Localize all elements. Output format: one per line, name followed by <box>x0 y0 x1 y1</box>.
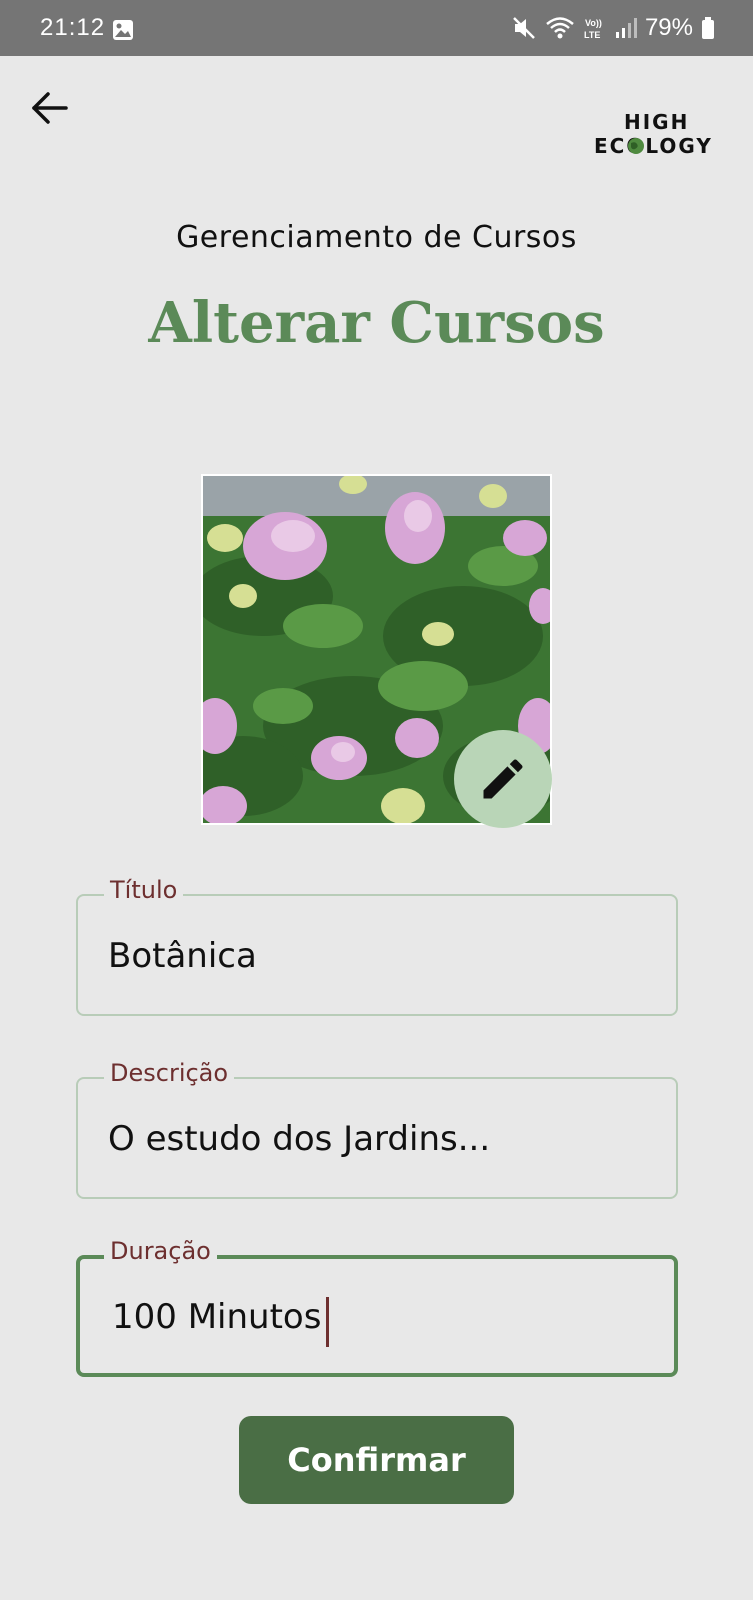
status-icons: Vo)) LTE 79% <box>511 14 715 42</box>
status-bar: 21:12 Vo)) LTE 79% <box>0 0 753 56</box>
title-label: Título <box>104 876 184 904</box>
description-field[interactable]: Descrição O estudo dos Jardins... <box>76 1059 678 1199</box>
duration-input[interactable]: 100 Minutos <box>112 1297 652 1337</box>
duration-field[interactable]: Duração 100 Minutos <box>76 1237 678 1377</box>
battery-icon <box>702 17 714 39</box>
high-ecology-logo: HIGH ECOLOGY <box>594 110 724 160</box>
duration-label: Duração <box>104 1237 217 1265</box>
title-input[interactable]: Botânica <box>108 936 648 976</box>
battery-percent: 79% <box>644 14 693 41</box>
description-label: Descrição <box>104 1059 235 1087</box>
back-button[interactable] <box>28 86 72 130</box>
logo-line2: ECOLOGY <box>594 134 713 158</box>
svg-text:LTE: LTE <box>584 30 600 40</box>
description-input[interactable]: O estudo dos Jardins... <box>108 1119 648 1159</box>
logo-line1: HIGH <box>624 110 690 134</box>
volte-icon: Vo)) LTE <box>584 18 602 40</box>
globe-icon <box>628 138 644 154</box>
text-caret <box>326 1297 329 1347</box>
confirm-button[interactable]: Confirmar <box>239 1416 514 1504</box>
arrow-left-icon <box>32 92 68 124</box>
page-title: Alterar Cursos <box>148 290 605 356</box>
edit-image-button[interactable] <box>454 730 552 828</box>
title-field[interactable]: Título Botânica <box>76 876 678 1016</box>
mute-icon <box>513 17 535 39</box>
page-subtitle: Gerenciamento de Cursos <box>176 220 577 255</box>
wifi-icon <box>546 17 574 39</box>
svg-text:Vo)): Vo)) <box>585 18 602 28</box>
status-time: 21:12 <box>40 14 106 41</box>
signal-icon <box>615 18 637 38</box>
pencil-icon <box>483 759 523 799</box>
gallery-icon <box>113 20 133 40</box>
